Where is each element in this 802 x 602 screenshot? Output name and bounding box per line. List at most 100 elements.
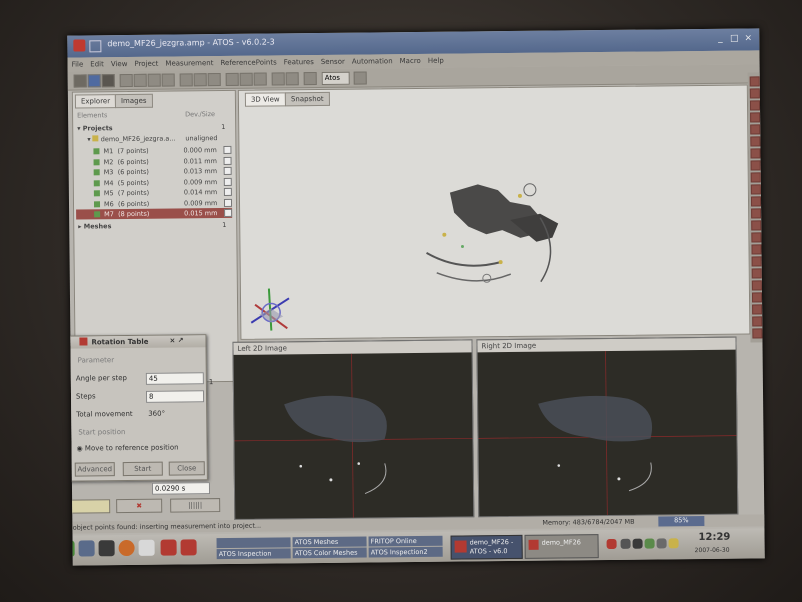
tool-icon[interactable] xyxy=(750,148,761,159)
left-arrow-icon[interactable] xyxy=(225,72,239,86)
projects-node[interactable]: ▾ Projects xyxy=(77,124,113,132)
tool-icon[interactable] xyxy=(750,112,761,123)
tool-icon[interactable] xyxy=(752,304,763,315)
rotate-icon[interactable] xyxy=(193,73,207,87)
tool-icon[interactable] xyxy=(750,160,761,171)
tool-icon[interactable] xyxy=(751,208,762,219)
open-icon[interactable] xyxy=(87,74,101,88)
stop-button[interactable]: ✖ xyxy=(116,498,163,514)
tray-monitor-icon[interactable] xyxy=(620,538,631,549)
updates-icon[interactable] xyxy=(656,538,667,549)
tool-icon[interactable] xyxy=(751,232,762,243)
tool-icon[interactable] xyxy=(750,172,761,183)
tool-icon[interactable] xyxy=(751,244,762,255)
move-to-reference-radio[interactable]: ◉ Move to reference position xyxy=(77,443,179,452)
angle-per-step-input[interactable]: 45 xyxy=(145,372,204,385)
menu-sensor[interactable]: Sensor xyxy=(321,58,345,66)
tool-icon[interactable] xyxy=(749,100,761,111)
zoom-icon[interactable] xyxy=(207,73,221,87)
tool-icon[interactable] xyxy=(751,220,762,231)
check-icon[interactable] xyxy=(94,211,101,218)
advanced-button[interactable]: Advanced xyxy=(74,462,115,477)
maximize-icon[interactable]: □ xyxy=(729,34,739,44)
check-icon[interactable] xyxy=(93,179,100,186)
check-icon[interactable] xyxy=(93,158,100,165)
right-2d-image-panel[interactable]: Right 2D Image xyxy=(476,336,739,518)
network-icon[interactable] xyxy=(644,538,655,549)
mode-dropdown[interactable]: Atos xyxy=(321,71,350,85)
menu-edit[interactable]: Edit xyxy=(90,60,104,68)
exposure-time-input[interactable]: 0.0290 s xyxy=(151,482,211,495)
project-node[interactable]: ▾ demo_MF26_jezgra.a... xyxy=(87,135,175,144)
row-menu-icon[interactable] xyxy=(223,177,232,186)
terminal-icon[interactable] xyxy=(98,540,115,557)
tool-icon[interactable] xyxy=(751,280,762,291)
menu-view[interactable]: View xyxy=(111,60,128,68)
tool-icon[interactable] xyxy=(752,328,763,339)
meshes-node[interactable]: ▸ Meshes xyxy=(78,222,111,230)
atos-launcher-icon[interactable] xyxy=(160,539,177,556)
tool-icon[interactable] xyxy=(750,184,761,195)
close-button[interactable]: Close xyxy=(168,461,205,476)
row-menu-icon[interactable] xyxy=(223,198,233,207)
task-fritop-online[interactable]: FRITOP Online xyxy=(368,535,443,547)
check-icon[interactable] xyxy=(93,200,101,207)
coordinate-axes-icon[interactable] xyxy=(250,288,290,331)
task-atos-color-meshes[interactable]: ATOS Color Meshes xyxy=(292,547,367,559)
task-blank[interactable] xyxy=(216,537,291,549)
check-icon[interactable] xyxy=(93,169,100,176)
home-icon[interactable] xyxy=(78,540,95,557)
pan-icon[interactable] xyxy=(285,72,299,86)
volume-icon[interactable] xyxy=(632,538,643,549)
tool-icon[interactable] xyxy=(750,136,761,147)
menu-help[interactable]: Help xyxy=(428,57,444,65)
close-icon[interactable]: × xyxy=(743,33,753,43)
check-icon[interactable] xyxy=(93,148,100,155)
new-icon[interactable] xyxy=(73,74,87,88)
dialog-close-icon[interactable]: × ↗ xyxy=(169,336,183,344)
right-arrow-icon[interactable] xyxy=(239,72,253,86)
task-atos-meshes[interactable]: ATOS Meshes xyxy=(292,536,367,548)
task-demo-mf26[interactable]: demo_MF26 xyxy=(524,534,599,559)
tool-icon[interactable] xyxy=(751,268,762,279)
row-menu-icon[interactable] xyxy=(223,187,232,197)
steps-input[interactable]: 8 xyxy=(145,390,205,403)
measurement-row[interactable]: M7 (8 points) 0.015 mm xyxy=(76,207,233,220)
row-menu-icon[interactable] xyxy=(224,208,233,218)
left-2d-image-panel[interactable]: Left 2D Image xyxy=(232,339,475,520)
fit-view-icon[interactable] xyxy=(271,72,285,86)
tool-icon[interactable] xyxy=(750,196,762,207)
notification-icon[interactable] xyxy=(668,538,679,549)
tool-icon[interactable] xyxy=(752,316,763,327)
menu-measurement[interactable]: Measurement xyxy=(165,59,213,68)
menu-macro[interactable]: Macro xyxy=(400,57,421,65)
3d-view[interactable]: 3D View Snapshot xyxy=(237,84,751,340)
menu-project[interactable]: Project xyxy=(134,60,158,68)
tool-icon[interactable] xyxy=(749,88,760,99)
settings-icon[interactable] xyxy=(161,73,175,87)
tool-icon[interactable] xyxy=(751,256,762,267)
clock-time[interactable]: 12:29 xyxy=(698,532,730,543)
pin-icon[interactable] xyxy=(89,40,102,53)
browser-icon[interactable] xyxy=(118,539,135,557)
tool-icon[interactable] xyxy=(749,76,760,87)
barcode-button[interactable]: |||||| xyxy=(170,498,221,513)
menu-features[interactable]: Features xyxy=(284,58,314,66)
editor-icon[interactable] xyxy=(138,539,155,556)
tab-explorer[interactable]: Explorer xyxy=(74,94,117,109)
tool-icon[interactable] xyxy=(751,292,763,303)
tray-red-icon[interactable] xyxy=(606,538,617,550)
tool-icon[interactable] xyxy=(750,124,761,135)
sensor-icon[interactable] xyxy=(133,73,147,87)
table-icon[interactable] xyxy=(147,73,161,87)
menu-automation[interactable]: Automation xyxy=(352,57,393,65)
tab-images[interactable]: Images xyxy=(114,93,153,109)
select-icon[interactable] xyxy=(179,73,193,87)
projector-button[interactable] xyxy=(67,499,111,514)
app-icon[interactable] xyxy=(73,39,86,52)
task-atos-inspection2[interactable]: ATOS Inspection2 xyxy=(368,546,443,558)
task-atos-inspection[interactable]: ATOS Inspection xyxy=(216,548,291,560)
start-button[interactable]: Start xyxy=(122,461,163,477)
row-menu-icon[interactable] xyxy=(223,166,232,176)
atos-inspection-launcher-icon[interactable] xyxy=(180,539,197,556)
